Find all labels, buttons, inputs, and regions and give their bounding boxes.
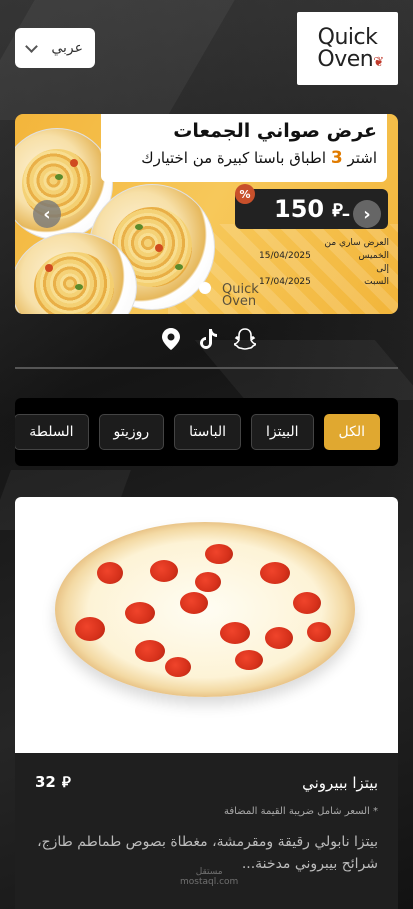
site-watermark: مستقل mostaql.com bbox=[180, 867, 239, 887]
logo-text-line2: Oven❦ bbox=[317, 46, 384, 72]
offer-from-day: الخميس bbox=[358, 251, 389, 261]
product-price: 32 ⃁ bbox=[35, 773, 71, 792]
category-tabs: الكل البيتزا الباستا روزيتو السلطة bbox=[15, 398, 398, 466]
offer-to-date: 17/04/2025 bbox=[259, 277, 311, 287]
offer-subtitle: اشتر 3 اطباق باستا كبيرة من اختيارك bbox=[141, 148, 377, 168]
percent-badge: % bbox=[235, 184, 255, 204]
language-selected-label: عربي bbox=[51, 40, 83, 56]
chevron-right-icon[interactable]: › bbox=[353, 200, 381, 228]
location-pin-icon[interactable] bbox=[160, 328, 182, 350]
currency-symbol: ⃁ bbox=[61, 773, 71, 791]
product-name: بيتزا ببيروني bbox=[302, 773, 378, 792]
product-price-value: 32 bbox=[35, 773, 56, 791]
offer-price: 150 bbox=[274, 195, 325, 223]
offer-date-label: العرض ساري من bbox=[324, 238, 390, 248]
banner-logo: Quick Oven bbox=[222, 282, 259, 309]
offer-text-box: عرض صواني الجمعات اشتر 3 اطباق باستا كبي… bbox=[101, 114, 387, 182]
offer-title: عرض صواني الجمعات bbox=[173, 120, 377, 142]
chevron-down-icon bbox=[25, 39, 38, 53]
category-tab-all[interactable]: الكل bbox=[323, 414, 380, 450]
brand-logo[interactable]: Quick Oven❦ bbox=[297, 12, 398, 85]
category-tab-salad[interactable]: السلطة bbox=[15, 414, 89, 450]
category-tab-pizza[interactable]: البيتزا bbox=[251, 414, 314, 450]
divider bbox=[15, 367, 398, 369]
snapchat-icon[interactable] bbox=[234, 328, 256, 350]
social-links bbox=[160, 328, 256, 350]
offer-to-day: السبت bbox=[364, 277, 389, 287]
category-tab-pasta[interactable]: الباستا bbox=[174, 414, 242, 450]
product-image bbox=[15, 497, 398, 753]
product-info: بيتزا ببيروني 32 ⃁ * السعر شامل ضريبة ال… bbox=[15, 753, 398, 876]
currency-symbol: ⃁ـ bbox=[332, 199, 349, 221]
chevron-left-icon[interactable]: ‹ bbox=[33, 200, 61, 228]
carousel-dot[interactable] bbox=[199, 282, 211, 294]
offer-from-date: 15/04/2025 bbox=[259, 251, 311, 261]
offer-dates: العرض ساري من الخميس 15/04/2025 إلى السب… bbox=[259, 238, 389, 290]
pizza-image bbox=[55, 522, 355, 697]
logo-text-line1: Quick bbox=[317, 24, 378, 50]
vat-note: * السعر شامل ضريبة القيمة المضافة bbox=[223, 806, 378, 817]
language-select[interactable]: عربي bbox=[15, 28, 95, 68]
product-card[interactable]: بيتزا ببيروني 32 ⃁ * السعر شامل ضريبة ال… bbox=[15, 497, 398, 909]
promo-banner[interactable]: عرض صواني الجمعات اشتر 3 اطباق باستا كبي… bbox=[15, 114, 398, 314]
category-tab-risotto[interactable]: روزيتو bbox=[98, 414, 165, 450]
tiktok-icon[interactable] bbox=[197, 328, 219, 350]
offer-to-label: إلى bbox=[376, 264, 389, 274]
